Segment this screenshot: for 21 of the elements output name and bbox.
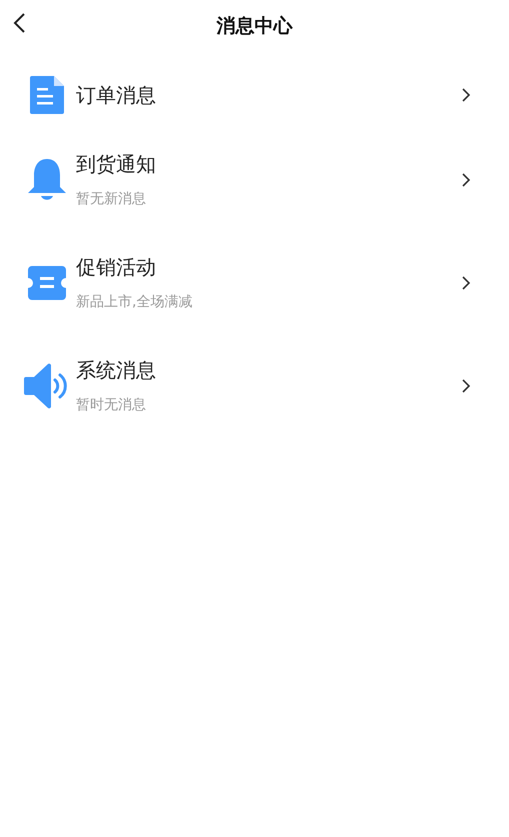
chevron-right-icon [461, 87, 471, 103]
item-title: 系统消息 [76, 357, 157, 384]
message-category-item[interactable]: 促销活动 新品上市,全场满减 [0, 231, 509, 334]
page-title: 消息中心 [216, 14, 292, 39]
item-title: 促销活动 [76, 254, 157, 281]
message-category-item[interactable]: 到货通知 暂无新消息 [0, 128, 509, 231]
message-category-item[interactable]: 订单消息 [0, 62, 509, 128]
chevron-right-icon [461, 274, 471, 290]
bell-icon [28, 158, 66, 200]
item-subtitle: 暂时无消息 [76, 396, 147, 414]
item-subtitle: 新品上市,全场满减 [76, 293, 194, 311]
ticket-icon [28, 266, 66, 300]
chevron-right-icon [461, 378, 471, 394]
item-title: 到货通知 [76, 151, 157, 178]
chevron-right-icon [461, 172, 471, 188]
document-icon [30, 76, 64, 114]
item-subtitle: 暂无新消息 [76, 190, 147, 208]
speaker-icon [24, 362, 70, 408]
back-icon[interactable] [12, 12, 26, 34]
message-category-item[interactable]: 系统消息 暂时无消息 [0, 334, 509, 437]
item-title: 订单消息 [76, 82, 157, 108]
